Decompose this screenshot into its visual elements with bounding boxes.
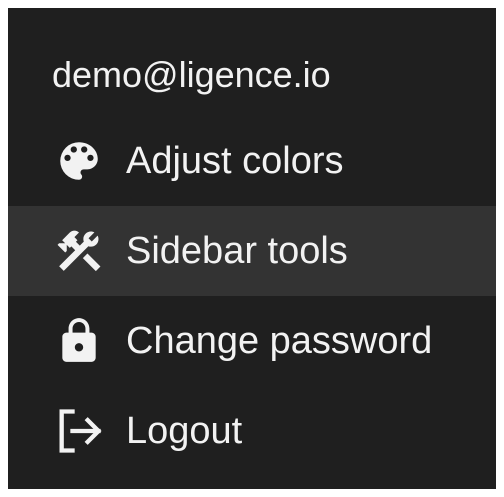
- menu-item-label: Adjust colors: [126, 140, 344, 182]
- menu-item-sidebar-tools[interactable]: Sidebar tools: [8, 206, 496, 296]
- menu-item-logout[interactable]: Logout: [8, 386, 496, 476]
- menu-item-label: Logout: [126, 410, 243, 452]
- menu-item-adjust-colors[interactable]: Adjust colors: [8, 116, 496, 206]
- tools-icon: [52, 224, 106, 278]
- user-menu: demo@ligence.io Adjust colors Sidebar to…: [8, 8, 496, 489]
- lock-icon: [52, 314, 106, 368]
- user-email: demo@ligence.io: [52, 54, 331, 95]
- logout-icon: [52, 404, 106, 458]
- palette-icon: [52, 134, 106, 188]
- menu-item-label: Change password: [126, 320, 433, 362]
- menu-item-label: Sidebar tools: [126, 230, 348, 272]
- menu-item-change-password[interactable]: Change password: [8, 296, 496, 386]
